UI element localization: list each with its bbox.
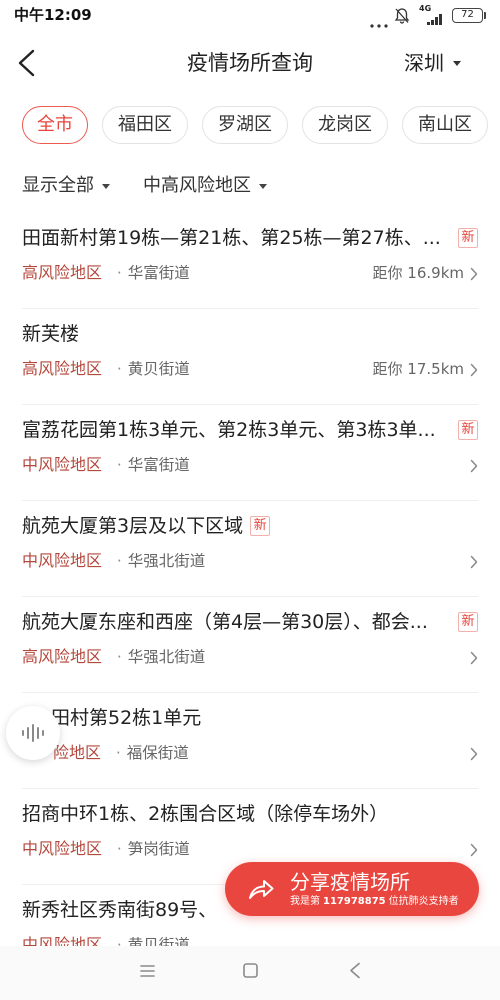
menu-icon[interactable]: [140, 963, 155, 977]
back-triangle-icon[interactable]: [349, 962, 361, 979]
location-name: 田面新村第19栋—第21栋、第25栋—第27栋、...: [22, 227, 441, 249]
district-chip-futian[interactable]: 福田区: [102, 106, 188, 144]
status-bar: 中午12:09 4G 72: [0, 0, 500, 30]
network-type: 4G: [419, 4, 432, 13]
list-item[interactable]: 新芙楼 高风险地区 · 黄贝街道 距你 17.5km: [0, 309, 500, 405]
risk-filter-label: 中高风险地区: [143, 175, 251, 196]
supporter-text: 我是第 117978875 位抗肺炎支持者: [290, 896, 459, 908]
share-button-label: 分享疫情场所: [290, 870, 410, 894]
chevron-left-icon: [18, 49, 35, 77]
home-square-icon[interactable]: [243, 963, 258, 978]
chevron-right-icon: [470, 650, 478, 665]
page-title: 疫情场所查询: [187, 51, 313, 75]
list-item[interactable]: 航苑大厦第3层及以下区域 新 中风险地区 · 华强北街道: [0, 501, 500, 597]
caret-down-icon: [102, 183, 110, 189]
city-label: 深圳: [404, 51, 444, 75]
list-item[interactable]: 航苑大厦东座和西座（第4层—第30层）、都会... 新 高风险地区 · 华强北街…: [0, 597, 500, 693]
header: 疫情场所查询 深圳: [0, 30, 500, 96]
distance: 距你 16.9km: [372, 264, 464, 282]
street-name: 福保街道: [126, 744, 189, 762]
separator-dot: ·: [116, 744, 121, 762]
chevron-right-icon: [470, 746, 478, 761]
supporter-prefix: 我是第: [290, 896, 320, 907]
more-dots-icon: [370, 13, 388, 28]
street-name: 黄贝街道: [127, 360, 190, 378]
location-name: 新芙楼: [22, 323, 80, 345]
risk-level: 中风险地区: [22, 455, 103, 474]
display-filter-label: 显示全部: [22, 175, 94, 196]
share-arrow-icon: [247, 876, 275, 902]
supporter-number: 117978875: [323, 896, 386, 907]
list-item[interactable]: 田村第52栋1单元 险地区 · 福保街道: [0, 693, 500, 789]
street-name: 笋岗街道: [127, 840, 190, 858]
list-item[interactable]: 富荔花园第1栋3单元、第2栋3单元、第3栋3单... 新 中风险地区 · 华富街…: [0, 405, 500, 501]
back-button[interactable]: [14, 48, 40, 78]
street-name: 华富街道: [127, 456, 190, 474]
share-locations-button[interactable]: 分享疫情场所 我是第 117978875 位抗肺炎支持者: [225, 862, 479, 916]
separator-dot: ·: [117, 648, 122, 666]
location-name: 富荔花园第1栋3单元、第2栋3单元、第3栋3单...: [22, 419, 436, 441]
system-navigation-bar: [0, 946, 500, 1000]
battery-icon: 72: [452, 8, 483, 23]
street-name: 华强北街道: [127, 552, 206, 570]
sound-wave-icon: [22, 724, 44, 742]
risk-filter[interactable]: 中高风险地区: [143, 172, 267, 200]
new-badge: 新: [250, 516, 271, 536]
district-chip-nanshan[interactable]: 南山区: [402, 106, 488, 144]
chevron-right-icon: [470, 362, 478, 377]
caret-down-icon: [259, 183, 267, 189]
signal-icon: 4G: [419, 4, 445, 26]
separator-dot: ·: [117, 456, 122, 474]
chevron-right-icon: [470, 554, 478, 569]
chevron-right-icon: [470, 842, 478, 857]
display-filter[interactable]: 显示全部: [22, 172, 110, 200]
battery-nub: [484, 12, 486, 19]
district-chip-longgang[interactable]: 龙岗区: [302, 106, 388, 144]
city-selector[interactable]: 深圳: [404, 50, 461, 76]
separator-dot: ·: [117, 360, 122, 378]
separator-dot: ·: [117, 264, 122, 282]
risk-level: 中风险地区: [22, 551, 103, 570]
risk-level: 高风险地区: [22, 647, 103, 666]
location-name: 招商中环1栋、2栋围合区域（除停车场外）: [22, 803, 389, 825]
risk-level: 高风险地区: [22, 263, 103, 282]
list-item[interactable]: 田面新村第19栋—第21栋、第25栋—第27栋、... 新 高风险地区 · 华富…: [0, 213, 500, 309]
location-name: 航苑大厦第3层及以下区域: [22, 515, 244, 537]
district-tabs: 全市 福田区 罗湖区 龙岗区 南山区: [22, 106, 488, 144]
street-name: 华强北街道: [127, 648, 206, 666]
district-chip-all[interactable]: 全市: [22, 106, 88, 144]
chevron-right-icon: [470, 266, 478, 281]
separator-dot: ·: [117, 840, 122, 858]
separator-dot: ·: [117, 552, 122, 570]
new-badge: 新: [458, 420, 478, 440]
caret-down-icon: [453, 60, 461, 66]
supporter-suffix: 位抗肺炎支持者: [388, 896, 459, 907]
bell-off-icon: [394, 7, 410, 24]
location-name: 新秀社区秀南街89号、: [22, 899, 218, 921]
risk-level: 高风险地区: [22, 359, 103, 378]
voice-assistant-button[interactable]: [6, 706, 60, 760]
new-badge: 新: [458, 228, 478, 248]
risk-level: 中风险地区: [22, 839, 103, 858]
location-name: 航苑大厦东座和西座（第4层—第30层）、都会...: [22, 611, 428, 633]
new-badge: 新: [458, 612, 478, 632]
status-time: 中午12:09: [14, 6, 92, 24]
district-chip-luohu[interactable]: 罗湖区: [202, 106, 288, 144]
chevron-right-icon: [470, 458, 478, 473]
distance: 距你 17.5km: [372, 360, 464, 378]
street-name: 华富街道: [127, 264, 190, 282]
